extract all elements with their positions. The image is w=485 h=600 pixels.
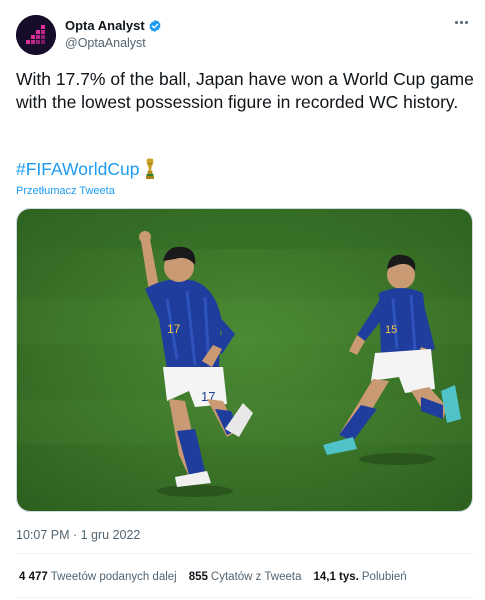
quotes-count: 855 — [188, 571, 208, 583]
avatar[interactable] — [16, 15, 56, 55]
translate-tweet-link[interactable]: Przetłumacz Tweeta — [16, 185, 115, 197]
player-number-shirt-15: 15 — [385, 324, 397, 336]
player-number-shirt-17: 17 — [167, 322, 181, 336]
quotes-stat[interactable]: 855 Cytatów z Tweeta — [189, 571, 302, 583]
world-cup-trophy-icon — [145, 158, 154, 179]
hashtag-row: #FIFAWorldCup — [16, 158, 156, 180]
likes-label: Polubień — [361, 571, 407, 583]
tweet-text: With 17.7% of the ball, Japan have won a… — [16, 69, 474, 112]
likes-stat[interactable]: 14,1 tys. Polubień — [313, 571, 406, 583]
quotes-label: Cytatów z Tweeta — [210, 571, 302, 583]
retweets-count: 4 477 — [19, 571, 48, 583]
likes-count: 14,1 tys. — [313, 571, 359, 583]
author-name[interactable]: Opta Analyst — [65, 18, 162, 33]
divider — [16, 553, 473, 554]
tweet-photo[interactable]: 17 17 15 — [16, 208, 473, 512]
photo-players-celebrating: 17 17 15 — [17, 209, 472, 511]
opta-logo-icon — [16, 15, 56, 55]
verified-badge-icon — [149, 19, 161, 32]
hashtag-link[interactable]: #FIFAWorldCup — [16, 159, 140, 180]
retweets-label: Tweetów podanych dalej — [50, 571, 177, 583]
retweets-stat[interactable]: 4 477 Tweetów podanych dalej — [19, 571, 177, 583]
tweet: Opta Analyst @OptaAnalyst With 17.7% of … — [0, 0, 485, 600]
author-handle[interactable]: @OptaAnalyst — [65, 36, 146, 50]
divider — [16, 597, 473, 598]
author-name-text: Opta Analyst — [65, 18, 145, 33]
more-options-icon[interactable] — [451, 14, 471, 30]
tweet-timestamp[interactable]: 10:07 PM · 1 gru 2022 — [16, 528, 140, 542]
tweet-stats: 4 477 Tweetów podanych dalej 855 Cytatów z… — [19, 571, 407, 583]
